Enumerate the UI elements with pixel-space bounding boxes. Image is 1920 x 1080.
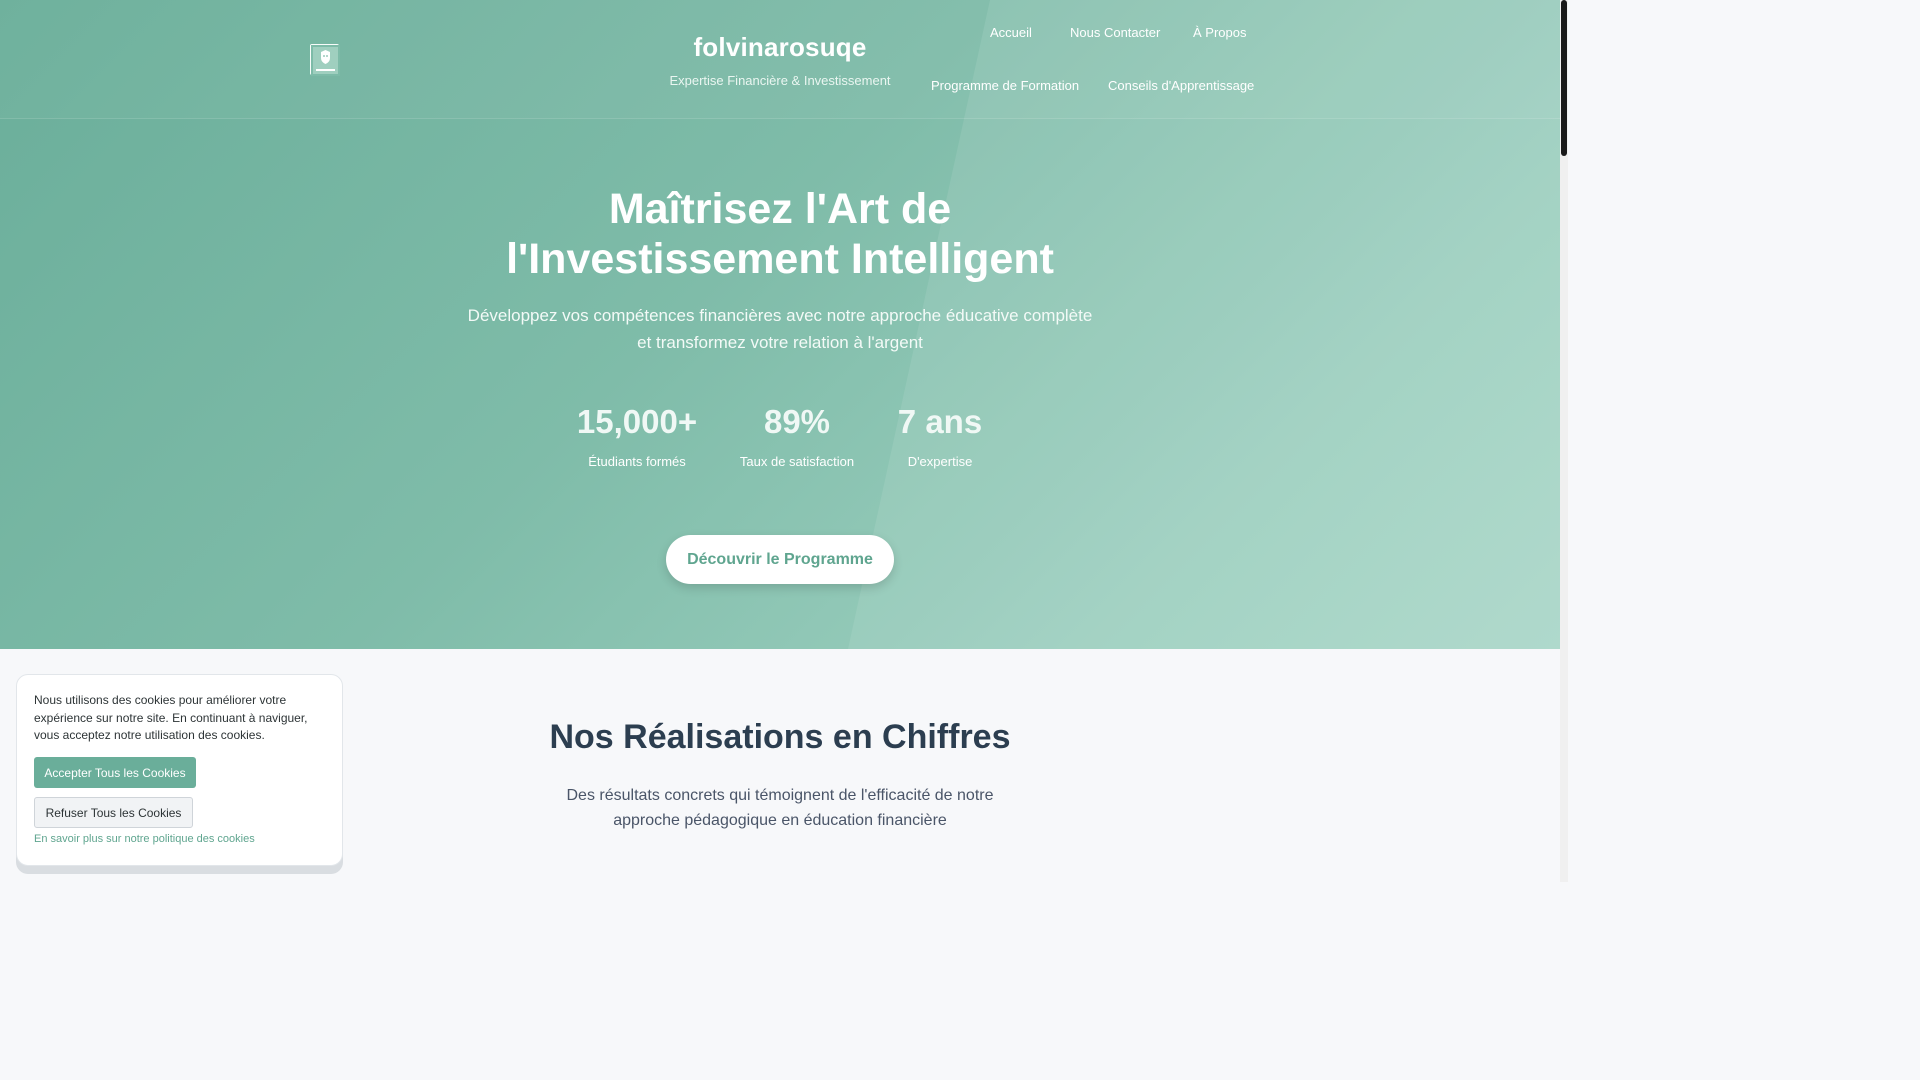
refuse-cookies-button[interactable]: Refuser Tous les Cookies	[34, 797, 193, 828]
stat-expertise: 7 ans D'expertise	[880, 403, 1000, 470]
page: folvinarosuqe Expertise Financière & Inv…	[0, 0, 1560, 882]
hero-title-line1: Maîtrisez l'Art de	[608, 185, 952, 233]
achievements-title: Nos Réalisations en Chiffres	[549, 718, 1011, 756]
achievements-subtitle-line1: Des résultats concrets qui témoignent de…	[566, 787, 994, 804]
stat-value: 7 ans	[897, 403, 983, 440]
achievements-subtitle-line2: approche pédagogique en éducation financ…	[613, 812, 947, 829]
cookie-policy-link[interactable]: En savoir plus sur notre politique des c…	[34, 833, 255, 845]
nav-link-contact[interactable]: Nous Contacter	[1070, 25, 1160, 40]
hero-title-line2: l'Investissement Intelligent	[506, 235, 1054, 283]
brand-name[interactable]: folvinarosuqe	[680, 32, 880, 63]
discover-program-button[interactable]: Découvrir le Programme	[666, 535, 894, 584]
stat-students: 15,000+ Étudiants formés	[567, 403, 707, 470]
cookie-message: Nous utilisons des cookies pour améliore…	[34, 693, 308, 742]
hero-subtitle-line1: Développez vos compétences financières a…	[467, 306, 1093, 325]
nav-link-about[interactable]: À Propos	[1193, 25, 1246, 40]
scrollbar-thumb[interactable]	[1561, 0, 1567, 156]
stat-label: Taux de satisfaction	[739, 454, 855, 469]
nav-link-home[interactable]: Accueil	[990, 25, 1032, 40]
hero-background: folvinarosuqe Expertise Financière & Inv…	[0, 0, 1560, 649]
nav-link-tips[interactable]: Conseils d'Apprentissage	[1108, 78, 1254, 93]
stat-satisfaction: 89% Taux de satisfaction	[737, 403, 857, 470]
brand-tagline: Expertise Financière & Investissement	[669, 73, 891, 88]
hero-subtitle-line2: et transformez votre relation à l'argent	[637, 333, 923, 352]
achievements-subtitle: Des résultats concrets qui témoignent de…	[560, 783, 1000, 833]
cookie-banner: Nous utilisons des cookies pour améliore…	[16, 674, 343, 866]
accept-cookies-button[interactable]: Accepter Tous les Cookies	[34, 757, 196, 788]
stat-label: D'expertise	[907, 454, 973, 469]
hero-title: Maîtrisez l'Art de l'Investissement Inte…	[430, 184, 1130, 284]
stat-value: 15,000+	[576, 403, 698, 440]
stat-label: Étudiants formés	[588, 454, 686, 469]
nav-link-program[interactable]: Programme de Formation	[931, 78, 1079, 93]
stat-value: 89%	[763, 403, 831, 440]
hero-subtitle: Développez vos compétences financières a…	[450, 302, 1110, 356]
logo-icon[interactable]	[310, 44, 340, 76]
page-scrollbar[interactable]	[1560, 0, 1568, 882]
site-header: folvinarosuqe Expertise Financière & Inv…	[0, 0, 1560, 119]
